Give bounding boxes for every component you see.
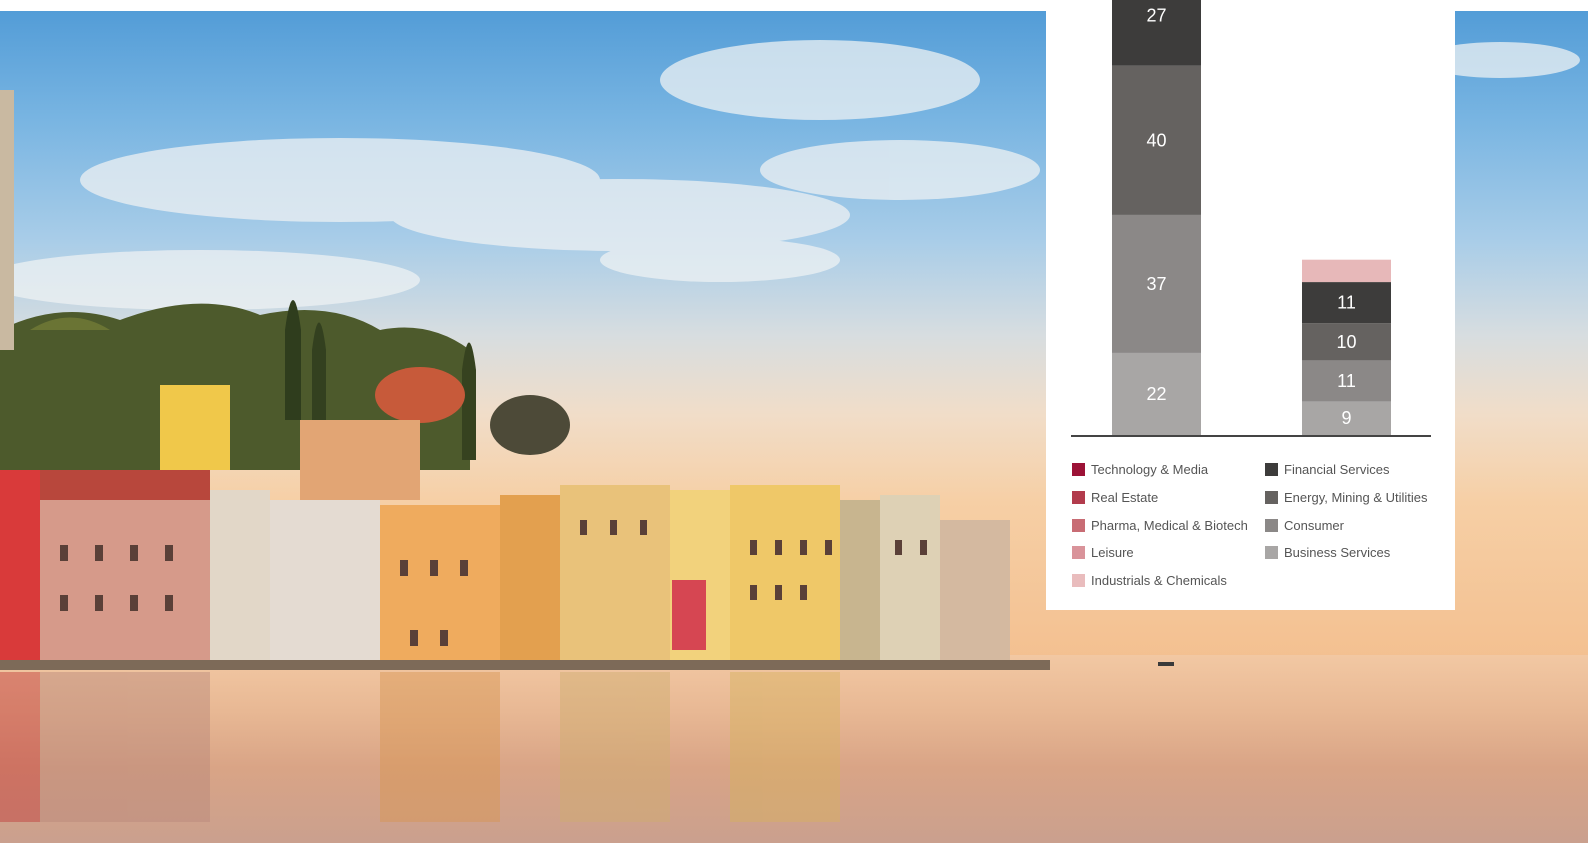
legend-swatch bbox=[1072, 574, 1085, 588]
bar-value-label-1-2: 37 bbox=[1146, 274, 1166, 294]
legend-item-left-4: Leisure bbox=[1072, 539, 1248, 567]
legend-swatch bbox=[1265, 546, 1278, 560]
legend-swatch bbox=[1072, 546, 1085, 560]
legend-item-right-2: Energy, Mining & Utilities bbox=[1265, 484, 1428, 512]
legend-item-right-3: Consumer bbox=[1265, 511, 1428, 539]
legend-item-left-5: Industrials & Chemicals bbox=[1072, 567, 1248, 595]
legend-label: Real Estate bbox=[1091, 490, 1159, 506]
legend-item-left-2: Real Estate bbox=[1072, 484, 1248, 512]
bar-value-label-2-2: 11 bbox=[1337, 371, 1356, 391]
legend-label: Financial Services bbox=[1284, 462, 1390, 478]
bar-value-label-2-4: 11 bbox=[1337, 293, 1356, 313]
bar-value-label-2-3: 10 bbox=[1336, 332, 1356, 352]
legend-item-left-1: Technology & Media bbox=[1072, 456, 1248, 484]
bar-value-label-2-1: 9 bbox=[1341, 408, 1351, 428]
legend-swatch bbox=[1072, 463, 1085, 477]
legend-swatch bbox=[1072, 518, 1085, 532]
legend-item-right-4: Business Services bbox=[1265, 539, 1428, 567]
bar-value-label-1-1: 22 bbox=[1146, 384, 1166, 404]
legend-label: Industrials & Chemicals bbox=[1091, 573, 1227, 589]
legend-item-right-1: Financial Services bbox=[1265, 456, 1428, 484]
legend-label: Technology & Media bbox=[1091, 462, 1209, 478]
legend-column-right: Financial Services Energy, Mining & Utili… bbox=[1265, 456, 1428, 567]
bar-value-label-1-3: 40 bbox=[1146, 130, 1166, 150]
legend-swatch bbox=[1265, 463, 1278, 477]
stacked-bar-chart: 22 37 40 27 9 11 10 11 bbox=[1071, 0, 1431, 437]
chart-card: 22 37 40 27 9 11 10 11 Technology & Media Real E… bbox=[1046, 0, 1455, 610]
legend-label: Leisure bbox=[1091, 545, 1134, 561]
legend-swatch bbox=[1265, 491, 1278, 505]
legend-label: Consumer bbox=[1284, 517, 1344, 533]
legend-item-left-3: Pharma, Medical & Biotech bbox=[1072, 511, 1248, 539]
legend-label: Pharma, Medical & Biotech bbox=[1091, 517, 1248, 533]
bar-value-label-1-4: 27 bbox=[1146, 5, 1166, 25]
bar-segment-2-5 bbox=[1302, 259, 1391, 283]
legend-label: Business Services bbox=[1284, 545, 1391, 561]
legend-column-left: Technology & Media Real Estate Pharma, Med… bbox=[1072, 456, 1248, 594]
legend-label: Energy, Mining & Utilities bbox=[1284, 490, 1428, 506]
legend-swatch bbox=[1072, 491, 1085, 505]
legend-swatch bbox=[1265, 518, 1278, 532]
